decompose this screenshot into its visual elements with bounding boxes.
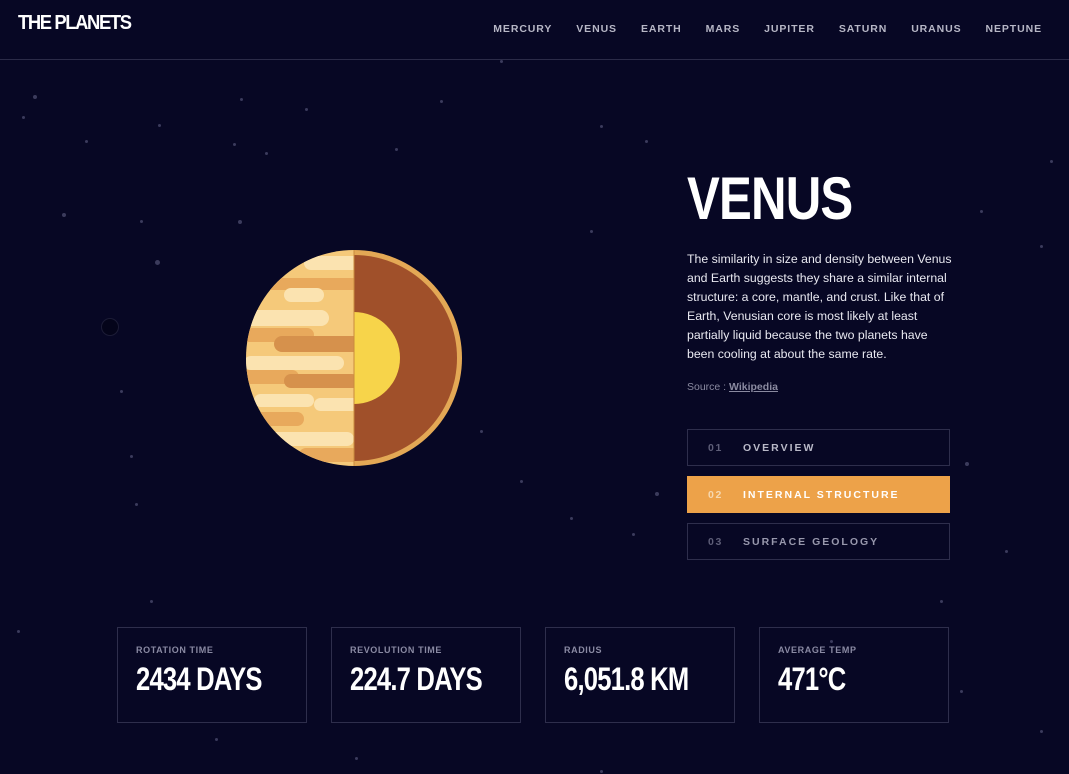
star-dot [600,770,603,773]
star-dot [150,600,153,603]
tab-number: 01 [708,441,723,454]
stat-label: AVERAGE TEMP [778,645,857,655]
source-line: Source : Wikipedia [687,381,952,393]
planet-description: The similarity in size and density betwe… [687,252,952,361]
tab-label: OVERVIEW [743,441,816,454]
star-dot [1040,245,1043,248]
planet-stats: ROTATION TIME 2434 DAYS REVOLUTION TIME … [117,627,949,723]
star-dot [965,462,969,466]
stat-rotation-time: ROTATION TIME 2434 DAYS [117,627,307,723]
star-dot [645,140,648,143]
star-dot [1050,160,1053,163]
source-prefix: Source : [687,381,730,393]
page: THE PLANETS MERCURY VENUS EARTH MARS JUP… [0,0,1069,774]
star-dot [655,492,659,496]
star-dot [480,430,483,433]
star-dot [265,152,268,155]
star-dot [960,690,963,693]
view-tabs: 01 OVERVIEW 02 INTERNAL STRUCTURE 03 SUR… [687,429,950,570]
star-dot [1005,550,1008,553]
star-dot [632,533,635,536]
nav-item-jupiter[interactable]: JUPITER [764,23,815,35]
star-dot [570,517,573,520]
nav-item-uranus[interactable]: URANUS [911,23,961,35]
star-dot [215,738,218,741]
star-dot [240,98,243,101]
star-dot [85,140,88,143]
site-logo[interactable]: THE PLANETS [18,12,132,35]
star-dot [233,143,236,146]
star-dot [500,60,503,63]
nav-item-venus[interactable]: VENUS [576,23,617,35]
star-dot [980,210,983,213]
nav-item-mars[interactable]: MARS [706,23,741,35]
site-header: THE PLANETS MERCURY VENUS EARTH MARS JUP… [0,0,1069,60]
star-dot [590,230,593,233]
star-dot [238,220,242,224]
stat-radius: RADIUS 6,051.8 KM [545,627,735,723]
tab-label: INTERNAL STRUCTURE [743,488,900,501]
stat-value: 6,051.8 KM [564,661,689,697]
tab-label: SURFACE GEOLOGY [743,535,880,548]
source-link[interactable]: Wikipedia [729,381,778,393]
stat-label: RADIUS [564,645,603,655]
nav-item-mercury[interactable]: MERCURY [493,23,552,35]
stat-label: ROTATION TIME [136,645,214,655]
star-dot [17,630,20,633]
star-dot [101,318,119,336]
star-dot [600,125,603,128]
star-dot [940,600,943,603]
tab-number: 03 [708,535,723,548]
star-dot [155,260,160,265]
tab-number: 02 [708,488,723,501]
stat-value: 471°C [778,661,846,697]
star-dot [395,148,398,151]
stat-value: 2434 DAYS [136,661,262,697]
star-dot [305,108,308,111]
venus-internal-structure-icon [244,248,464,468]
star-dot [33,95,37,99]
stat-label: REVOLUTION TIME [350,645,442,655]
star-dot [520,480,523,483]
stat-average-temp: AVERAGE TEMP 471°C [759,627,949,723]
star-dot [158,124,161,127]
star-dot [120,390,123,393]
star-dot [355,757,358,760]
star-dot [1040,730,1043,733]
tab-surface-geology[interactable]: 03 SURFACE GEOLOGY [687,523,950,560]
tab-overview[interactable]: 01 OVERVIEW [687,429,950,466]
star-dot [140,220,143,223]
planet-nav: MERCURY VENUS EARTH MARS JUPITER SATURN … [469,23,1042,35]
nav-item-saturn[interactable]: SATURN [839,23,887,35]
star-dot [135,503,138,506]
stat-revolution-time: REVOLUTION TIME 224.7 DAYS [331,627,521,723]
stat-value: 224.7 DAYS [350,661,483,697]
star-dot [62,213,66,217]
tab-internal-structure[interactable]: 02 INTERNAL STRUCTURE [687,476,950,513]
planet-info: VENUS The similarity in size and density… [687,165,952,394]
nav-item-earth[interactable]: EARTH [641,23,682,35]
nav-item-neptune[interactable]: NEPTUNE [986,23,1042,35]
planet-title: VENUS [687,165,853,232]
star-dot [130,455,133,458]
star-dot [22,116,25,119]
star-dot [440,100,443,103]
